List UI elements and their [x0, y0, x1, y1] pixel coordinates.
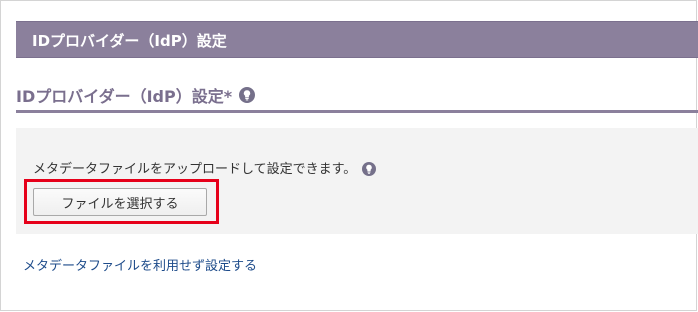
header-title: IDプロバイダー（IdP）設定	[32, 32, 227, 50]
settings-frame: IDプロバイダー（IdP）設定 IDプロバイダー（IdP）設定* メタデータファ…	[0, 0, 698, 311]
panel-description: メタデータファイルをアップロードして設定できます。	[33, 162, 357, 177]
section-title: IDプロバイダー（IdP）設定*	[16, 87, 233, 106]
metadata-upload-panel: メタデータファイルをアップロードして設定できます。 ファイルを選択する	[16, 128, 698, 234]
hint-icon[interactable]	[239, 87, 256, 103]
header-bar: IDプロバイダー（IdP）設定	[16, 21, 698, 58]
select-file-button[interactable]: ファイルを選択する	[33, 188, 207, 216]
configure-without-metadata-link[interactable]: メタデータファイルを利用せず設定する	[23, 255, 257, 274]
section-title-row: IDプロバイダー（IdP）設定*	[16, 81, 256, 109]
panel-description-row: メタデータファイルをアップロードして設定できます。	[33, 158, 377, 177]
section-underline	[16, 110, 698, 113]
hint-icon[interactable]	[362, 161, 377, 176]
highlight-box: ファイルを選択する	[24, 179, 219, 224]
